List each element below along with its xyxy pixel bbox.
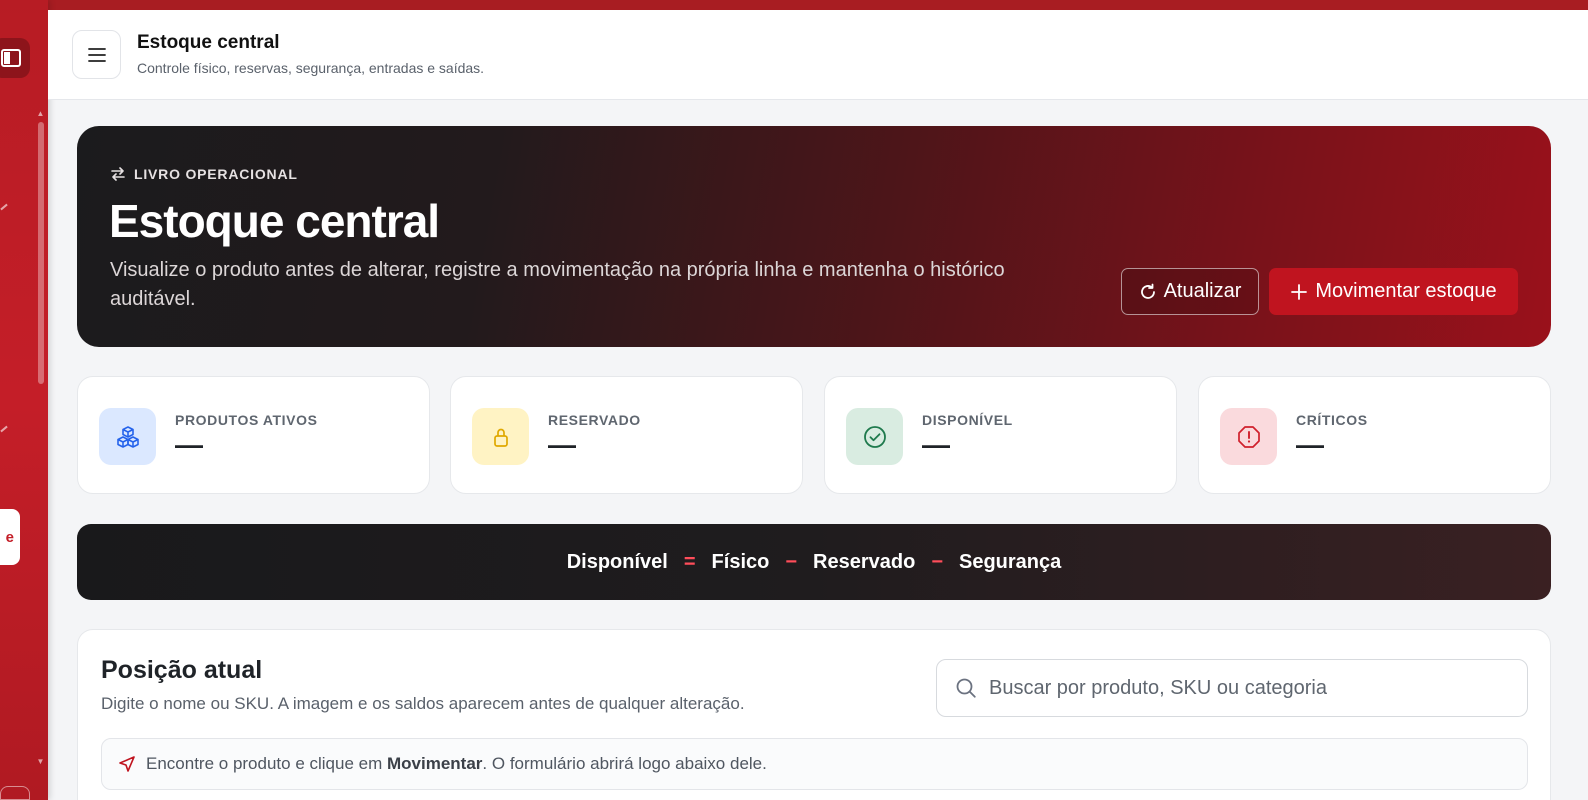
stat-icon-box [1220,408,1277,465]
formula-operator: − [931,550,943,573]
search-input[interactable] [989,676,1509,700]
sidebar-footer-item[interactable] [0,786,30,800]
sidebar-scrollbar[interactable] [36,112,45,772]
stock-formula-bar: Disponível = Físico − Reservado − Segura… [77,524,1551,600]
refresh-button[interactable]: Atualizar [1121,268,1259,315]
stat-icon-box [846,408,903,465]
search-box[interactable] [936,659,1528,717]
page-title: Estoque central [137,32,280,53]
stat-card-reserved: RESERVADO — [450,376,803,494]
formula-term-reserved: Reservado [813,550,916,573]
stat-card-critical: CRÍTICOS — [1198,376,1551,494]
page-header: Estoque central Controle físico, reserva… [48,10,1588,100]
hint-text: Encontre o produto e clique em Movimenta… [146,754,767,774]
menu-button[interactable] [72,30,121,79]
stat-label: RESERVADO [548,412,641,428]
move-stock-button-label: Movimentar estoque [1315,280,1497,302]
refresh-icon [1140,283,1155,299]
stat-value: — [175,429,203,460]
lock-icon [493,428,508,447]
stat-label: PRODUTOS ATIVOS [175,412,318,428]
hint-suffix: . O formulário abrirá logo abaixo dele. [482,754,767,773]
stat-card-active-products: PRODUTOS ATIVOS — [77,376,430,494]
formula-term-physical: Físico [711,550,770,573]
stat-label: CRÍTICOS [1296,412,1368,428]
hint-prefix: Encontre o produto e clique em [146,754,383,773]
hint-banner: Encontre o produto e clique em Movimenta… [101,738,1528,790]
stat-value: — [922,429,950,460]
stats-row: PRODUTOS ATIVOS — RESERVADO — DISPONÍVEL… [77,376,1551,494]
send-arrow-icon [119,756,135,772]
sidebar-scroll-thumb[interactable] [38,122,44,384]
page-subtitle: Controle físico, reservas, segurança, en… [137,60,485,76]
hero-title: Estoque central [109,195,440,247]
sidebar-nav-icon[interactable] [0,425,8,433]
stat-icon-box [472,408,529,465]
hero-eyebrow: LIVRO OPERACIONAL [110,166,298,182]
sidebar-panel-icon [1,49,21,67]
panel-title: Posição atual [101,656,263,684]
stat-value: — [1296,429,1324,460]
search-icon [956,678,976,698]
check-circle-icon [863,425,886,448]
stat-icon-box [99,408,156,465]
current-position-panel: Posição atual Digite o nome ou SKU. A im… [77,629,1551,800]
sidebar-nav-icon[interactable] [0,203,8,211]
sidebar-active-item-label: e [5,528,14,546]
plus-icon [1291,283,1308,300]
formula-operator: = [683,550,696,573]
panel-subtitle: Digite o nome ou SKU. A imagem e os sald… [101,694,745,713]
sidebar: ▲ ▼ e [0,0,48,800]
cubes-icon [116,425,139,448]
hint-bold: Movimentar [387,754,483,773]
stat-value: — [548,429,576,460]
swap-arrows-icon [111,167,125,181]
refresh-button-label: Atualizar [1163,280,1242,302]
hero-banner: LIVRO OPERACIONAL Estoque central Visual… [77,126,1551,347]
hero-description: Visualize o produto antes de alterar, re… [110,259,1005,310]
stat-card-available: DISPONÍVEL — [824,376,1177,494]
top-accent-bar [0,0,1588,10]
stat-label: DISPONÍVEL [922,412,1013,428]
formula-term-safety: Segurança [959,550,1062,573]
sidebar-active-item[interactable]: e [0,509,20,565]
alert-octagon-icon [1237,425,1260,448]
hero-eyebrow-label: LIVRO OPERACIONAL [134,166,298,182]
formula-operator: − [785,550,798,573]
hamburger-icon [87,47,106,62]
move-stock-button[interactable]: Movimentar estoque [1269,268,1518,315]
formula-term-available: Disponível [566,550,668,573]
scroll-down-arrow-icon[interactable]: ▼ [36,758,45,766]
sidebar-toggle-button[interactable] [0,38,30,78]
